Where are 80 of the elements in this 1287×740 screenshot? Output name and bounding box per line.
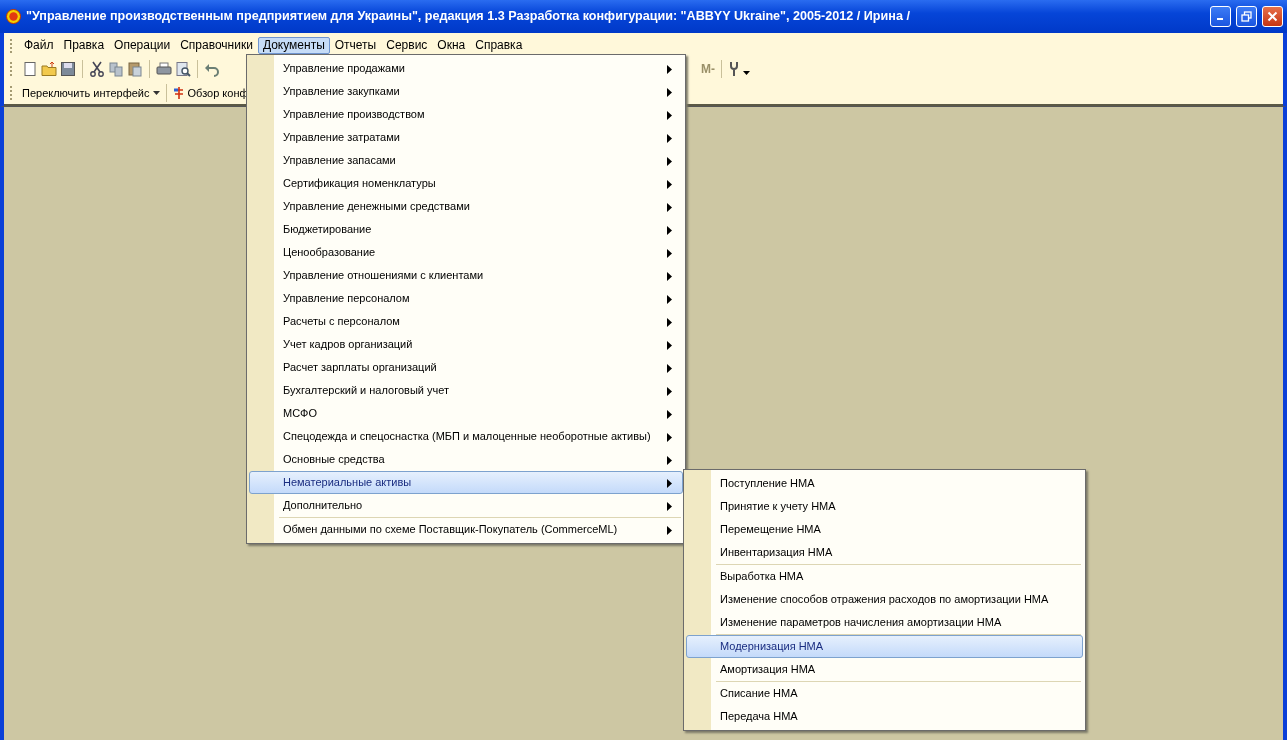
menu-item[interactable]: Инвентаризация НМА	[686, 541, 1083, 564]
submenu-arrow-icon	[667, 225, 672, 235]
menu-item[interactable]: Амортизация НМА	[686, 658, 1083, 681]
menu-item[interactable]: Расчеты с персоналом	[249, 310, 683, 333]
submenu-arrow-icon	[667, 64, 672, 74]
submenu-arrow-icon	[667, 363, 672, 373]
switch-interface-button[interactable]: Переключить интерфейс	[22, 84, 160, 102]
print-preview-icon[interactable]	[175, 60, 191, 77]
app-logo-icon	[6, 9, 21, 24]
submenu-arrow-icon	[667, 525, 672, 535]
menu-item[interactable]: Сертификация номенклатуры	[249, 172, 683, 195]
submenu-arrow-icon	[667, 317, 672, 327]
menu-item[interactable]: Выработка НМА	[686, 565, 1083, 588]
submenu-arrow-icon	[667, 386, 672, 396]
menu-item[interactable]: Документы	[257, 37, 330, 54]
menu-item[interactable]: Окна	[432, 37, 471, 54]
menu-item[interactable]: Принятие к учету НМА	[686, 495, 1083, 518]
menu-item[interactable]: Правка	[58, 37, 110, 54]
submenu-arrow-icon	[667, 501, 672, 511]
submenu-arrow-icon	[667, 455, 672, 465]
submenu-arrow-icon	[667, 432, 672, 442]
menu-item[interactable]: Списание НМА	[686, 682, 1083, 705]
menu-item[interactable]: Учет кадров организаций	[249, 333, 683, 356]
menu-item[interactable]: Справочники	[175, 37, 258, 54]
menu-item[interactable]: Операции	[109, 37, 176, 54]
menu-item[interactable]: Расчет зарплаты организаций	[249, 356, 683, 379]
menu-item[interactable]: Управление персоналом	[249, 287, 683, 310]
submenu-arrow-icon	[667, 409, 672, 419]
menu-item[interactable]: Бюджетирование	[249, 218, 683, 241]
submenu-arrow-icon	[667, 202, 672, 212]
menu-item[interactable]: Основные средства	[249, 448, 683, 471]
menu-item[interactable]: Передача НМА	[686, 705, 1083, 728]
menu-item[interactable]: Нематериальные активы	[249, 471, 683, 494]
menu-item[interactable]: Управление закупками	[249, 80, 683, 103]
menu-item[interactable]: Управление запасами	[249, 149, 683, 172]
menu-item[interactable]: Управление отношениями с клиентами	[249, 264, 683, 287]
printer-icon[interactable]	[156, 60, 172, 77]
caret-icon[interactable]	[743, 68, 751, 77]
menu-item[interactable]: Отчеты	[329, 37, 382, 54]
submenu-arrow-icon	[667, 478, 672, 488]
menu-item[interactable]: Дополнительно	[249, 494, 683, 517]
minimize-button[interactable]	[1210, 6, 1231, 27]
save-icon[interactable]	[60, 60, 76, 77]
new-document-icon[interactable]	[22, 60, 38, 77]
menu-item[interactable]: Перемещение НМА	[686, 518, 1083, 541]
submenu-arrow-icon	[667, 87, 672, 97]
submenu-arrow-icon	[667, 340, 672, 350]
menu-item[interactable]: Сервис	[381, 37, 433, 54]
menu-item[interactable]: Ценообразование	[249, 241, 683, 264]
submenu-arrow-icon	[667, 179, 672, 189]
window-title: "Управление производственным предприятием для Украины", редакция 1.3 Разработка конфигурации: "ABBYY Ukraine", 2005-2012 / Ирина /	[26, 8, 911, 26]
submenu-arrow-icon	[667, 156, 672, 166]
paste-icon[interactable]	[127, 60, 143, 77]
tree-icon	[172, 86, 185, 100]
restore-icon	[1241, 11, 1252, 22]
submenu-arrow-icon	[667, 248, 672, 258]
menu-item[interactable]: Управление производством	[249, 103, 683, 126]
menu-item[interactable]: Управление денежными средствами	[249, 195, 683, 218]
menu-item[interactable]: Поступление НМА	[686, 472, 1083, 495]
submenu-arrow-icon	[667, 294, 672, 304]
submenu-arrow-icon	[667, 271, 672, 281]
menu-item[interactable]: Управление продажами	[249, 57, 683, 80]
open-folder-icon[interactable]	[41, 60, 57, 77]
menu-item[interactable]: Модернизация НМА	[686, 635, 1083, 658]
scissors-icon[interactable]	[89, 60, 105, 77]
menu-item[interactable]: Бухгалтерский и налоговый учет	[249, 379, 683, 402]
menu-item[interactable]: МСФО	[249, 402, 683, 425]
close-button[interactable]	[1262, 6, 1283, 27]
menu-item[interactable]: Управление затратами	[249, 126, 683, 149]
submenu-arrow-icon	[667, 110, 672, 120]
caret-icon	[152, 90, 160, 96]
close-icon	[1267, 11, 1278, 22]
restore-button[interactable]	[1236, 6, 1257, 27]
menu-item[interactable]: Обмен данными по схеме Поставщик-Покупатель (CommerceML)	[249, 518, 683, 541]
submenu-arrow-icon	[667, 133, 672, 143]
menu-item[interactable]: Справка	[470, 37, 528, 54]
menu-item[interactable]: Изменение способов отражения расходов по амортизации НМА	[686, 588, 1083, 611]
menu-item[interactable]: Файл	[19, 37, 59, 54]
menu-item[interactable]: Изменение параметров начисления амортизации НМА	[686, 611, 1083, 634]
menu-item[interactable]: Спецодежда и спецоснастка (МБП и малоценные необоротные активы)	[249, 425, 683, 448]
